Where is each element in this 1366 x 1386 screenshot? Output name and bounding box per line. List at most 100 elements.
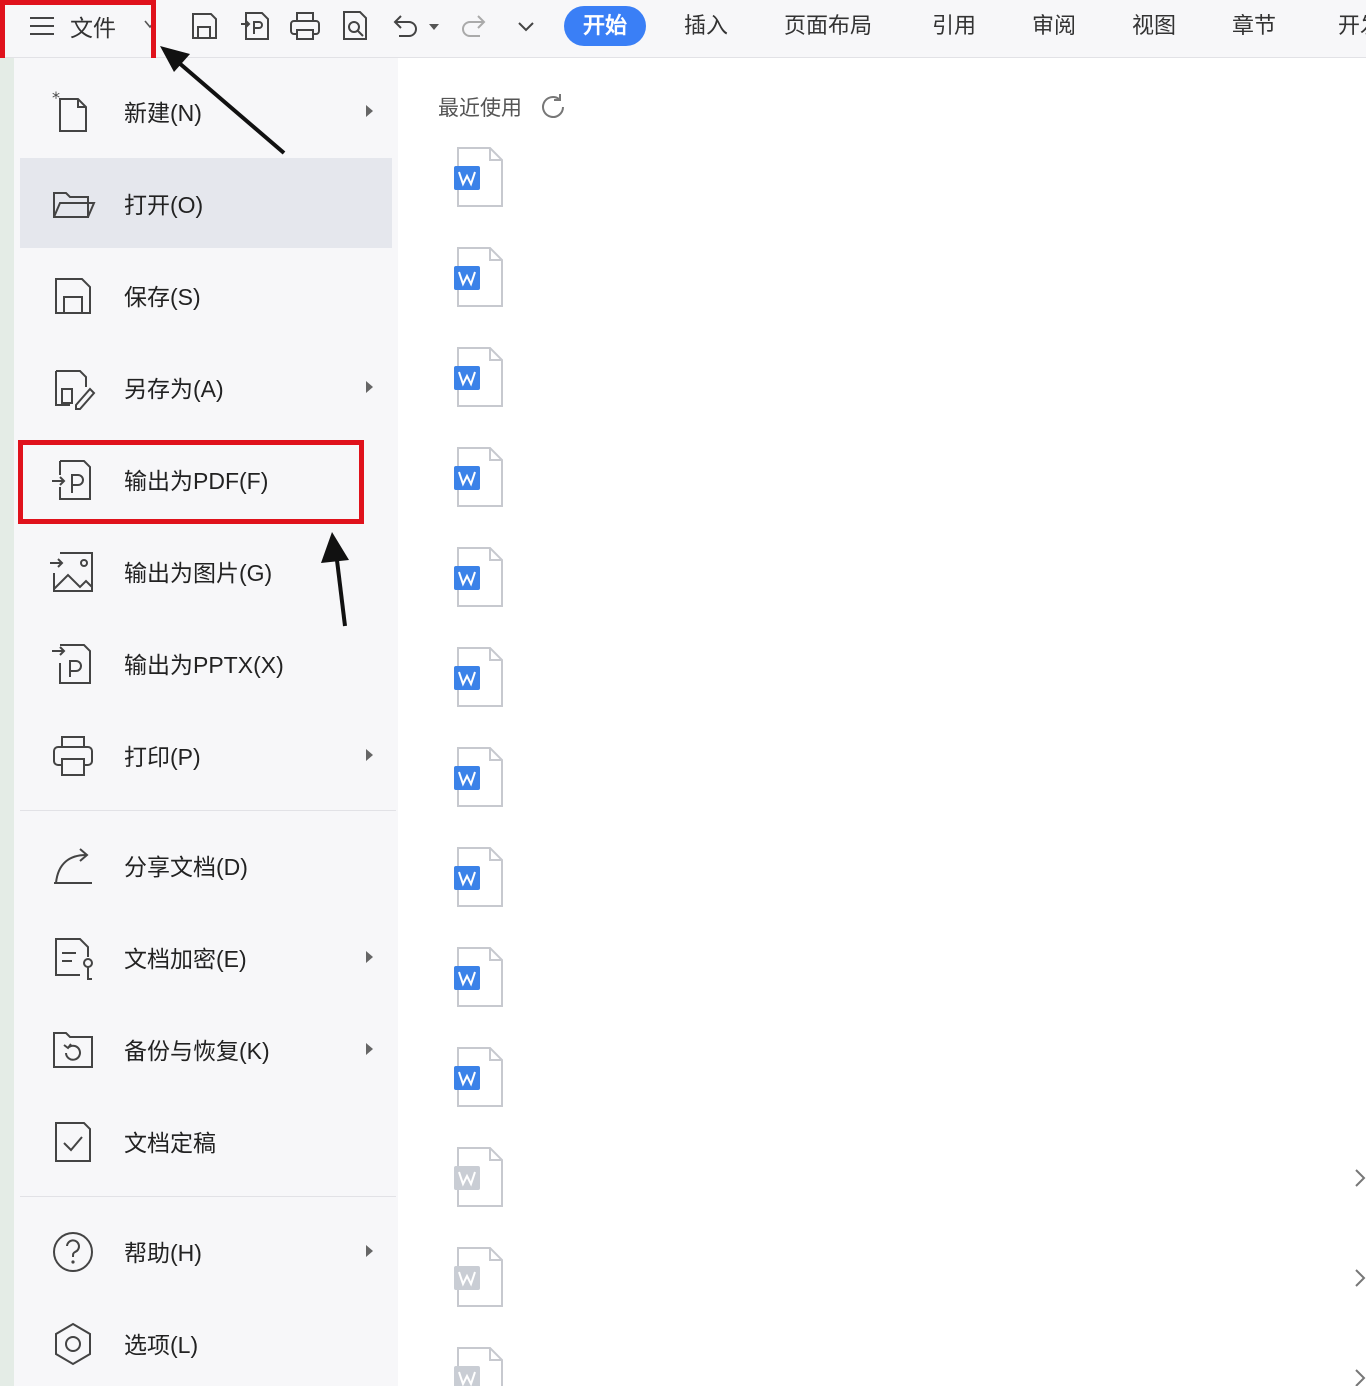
menu-item-label: 备份与恢复(K): [124, 1038, 270, 1064]
undo-dropdown-icon[interactable]: [424, 8, 444, 44]
recent-file-item[interactable]: [450, 1146, 506, 1210]
encrypt-icon: [50, 935, 96, 981]
tab-view[interactable]: 视图: [1132, 6, 1176, 46]
menu-item-label: 帮助(H): [124, 1240, 202, 1266]
top-toolbar: 文件 开始 插入 页面布局 引用 审阅 视图 章节 开: [0, 0, 1366, 66]
submenu-arrow-icon: [366, 381, 373, 393]
menu-item-label: 另存为(A): [124, 376, 224, 402]
save-as-icon: [50, 365, 96, 411]
recent-file-item[interactable]: [450, 846, 506, 910]
tab-page-layout[interactable]: 页面布局: [784, 6, 872, 46]
word-doc-icon: [454, 1347, 503, 1386]
undo-icon[interactable]: [387, 8, 423, 44]
word-doc-icon: [454, 1247, 503, 1307]
menu-item-options[interactable]: 选项(L): [20, 1298, 392, 1386]
recent-file-item[interactable]: [450, 146, 506, 210]
menu-item-label: 文档定稿: [124, 1130, 216, 1156]
word-doc-icon: [454, 147, 503, 207]
tab-developer[interactable]: 开发: [1338, 6, 1366, 46]
word-doc-icon: [454, 247, 503, 307]
menu-item-label: 选项(L): [124, 1332, 199, 1358]
menu-item-label: 输出为PPTX(X): [124, 652, 284, 678]
menu-separator: [20, 810, 396, 811]
word-doc-icon: [454, 1047, 503, 1107]
folder-open-icon: [50, 181, 96, 227]
word-doc-icon: [454, 747, 503, 807]
menu-item-share[interactable]: 分享文档(D): [20, 820, 392, 910]
backup-icon: [50, 1027, 96, 1073]
menu-item-label: 文档加密(E): [124, 946, 247, 972]
recent-file-item[interactable]: [450, 1246, 506, 1310]
menu-item-label: 输出为图片(G): [124, 560, 273, 586]
submenu-arrow-icon: [366, 1043, 373, 1055]
recent-file-item[interactable]: [450, 246, 506, 310]
menu-item-export-pptx[interactable]: 输出为PPTX(X): [20, 618, 392, 708]
recent-file-item[interactable]: [450, 346, 506, 410]
annotation-box-export-pdf: [18, 440, 364, 524]
word-doc-icon: [454, 347, 503, 407]
tab-sections[interactable]: 章节: [1232, 6, 1276, 46]
menu-item-encrypt[interactable]: 文档加密(E): [20, 912, 392, 1002]
menu-item-finalize[interactable]: 文档定稿: [20, 1096, 392, 1186]
tab-review[interactable]: 审阅: [1032, 6, 1076, 46]
menu-item-label: 打印(P): [124, 744, 201, 770]
word-doc-icon: [454, 847, 503, 907]
file-menu-panel: * 新建(N) 打开(O) 保存(S) 另存为(A) 输出为PDF(F) 输出为…: [14, 58, 398, 1386]
recent-file-item[interactable]: [450, 1046, 506, 1110]
export-pptx-icon: [50, 641, 96, 687]
menu-item-print[interactable]: 打印(P): [20, 710, 392, 800]
finalize-icon: [50, 1119, 96, 1165]
menu-item-open[interactable]: 打开(O): [20, 158, 392, 248]
print-icon[interactable]: [287, 8, 323, 44]
menu-item-backup-restore[interactable]: 备份与恢复(K): [20, 1004, 392, 1094]
menu-item-export-image[interactable]: 输出为图片(G): [20, 526, 392, 616]
menu-item-help[interactable]: 帮助(H): [20, 1206, 392, 1296]
menu-item-label: 新建(N): [124, 100, 202, 126]
redo-icon[interactable]: [456, 8, 492, 44]
word-doc-icon: [454, 1147, 503, 1207]
menu-item-label: 分享文档(D): [124, 854, 248, 880]
recent-file-item[interactable]: [450, 546, 506, 610]
word-doc-icon: [454, 647, 503, 707]
tab-start[interactable]: 开始: [564, 6, 647, 46]
tab-references[interactable]: 引用: [932, 6, 976, 46]
annotation-box-file-menu: [0, 0, 156, 66]
chevron-right-icon[interactable]: [1352, 1366, 1366, 1386]
chevron-right-icon[interactable]: [1352, 1266, 1366, 1290]
share-icon: [50, 843, 96, 889]
new-file-icon: *: [50, 88, 96, 135]
export-pdf-icon[interactable]: [238, 8, 274, 44]
recent-files-title: 最近使用: [438, 97, 522, 120]
customize-dropdown-icon[interactable]: [508, 8, 544, 44]
menu-item-new[interactable]: * 新建(N): [20, 66, 392, 156]
recent-files-header: 最近使用: [438, 92, 568, 122]
options-gear-icon: [50, 1321, 96, 1367]
tab-insert[interactable]: 插入: [684, 6, 728, 46]
word-doc-icon: [454, 947, 503, 1007]
help-icon: [50, 1229, 96, 1275]
print-preview-icon[interactable]: [337, 8, 373, 44]
submenu-arrow-icon: [366, 105, 373, 117]
export-image-icon: [50, 549, 96, 595]
menu-item-label: 打开(O): [124, 192, 204, 218]
menu-item-label: 保存(S): [124, 284, 201, 310]
menu-item-save-as[interactable]: 另存为(A): [20, 342, 392, 432]
submenu-arrow-icon: [366, 749, 373, 761]
print-icon: [50, 733, 96, 779]
save-icon[interactable]: [186, 8, 222, 44]
submenu-arrow-icon: [366, 951, 373, 963]
menu-item-save[interactable]: 保存(S): [20, 250, 392, 340]
svg-text:*: *: [52, 89, 60, 107]
document-edge: [0, 58, 14, 1386]
recent-file-item[interactable]: [450, 946, 506, 1010]
recent-file-item[interactable]: [450, 1346, 506, 1386]
refresh-icon[interactable]: [538, 92, 568, 122]
recent-file-item[interactable]: [450, 646, 506, 710]
recent-file-item[interactable]: [450, 446, 506, 510]
word-doc-icon: [454, 547, 503, 607]
recent-file-item[interactable]: [450, 746, 506, 810]
word-doc-icon: [454, 447, 503, 507]
submenu-arrow-icon: [366, 1245, 373, 1257]
chevron-right-icon[interactable]: [1352, 1166, 1366, 1190]
wps-file-menu-screen: 文件 开始 插入 页面布局 引用 审阅 视图 章节 开 * 新建(N) 打开(O…: [0, 0, 1366, 1386]
